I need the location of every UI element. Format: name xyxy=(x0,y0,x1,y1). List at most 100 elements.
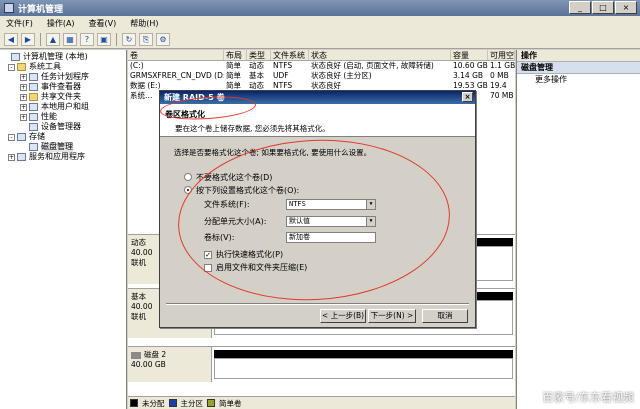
tree-item-performance[interactable]: + 性能 xyxy=(0,112,126,122)
column-header-capacity[interactable]: 容量 xyxy=(451,50,488,60)
partition-area[interactable] xyxy=(214,358,513,379)
cell-type: 动态 xyxy=(249,61,264,70)
volume-table-header: 卷 布局 类型 文件系统 状态 容量 可用空 xyxy=(128,50,515,61)
cell-free: 19.4 xyxy=(490,81,507,90)
column-header-layout[interactable]: 布局 xyxy=(224,50,247,60)
tree-item-event-viewer[interactable]: + 事件查看器 xyxy=(0,82,126,92)
disk-row[interactable]: 磁盘 2 40.00 GB xyxy=(128,346,515,382)
close-icon[interactable]: × xyxy=(615,1,637,14)
radio-no-format[interactable]: 不要格式化这个卷(D) xyxy=(184,171,272,183)
cell-layout: 简单 xyxy=(226,61,241,70)
menu-view[interactable]: 查看(V) xyxy=(89,18,117,29)
column-header-volume[interactable]: 卷 xyxy=(128,50,224,60)
chevron-down-icon[interactable]: ▼ xyxy=(366,199,375,209)
checkbox-unchecked[interactable] xyxy=(204,263,212,272)
checkbox-checked[interactable]: ✓ xyxy=(204,250,212,259)
export-icon[interactable]: ⎘ xyxy=(139,33,153,46)
expand-icon[interactable]: + xyxy=(20,103,27,111)
expand-icon[interactable]: + xyxy=(20,113,27,121)
disk-size: 40.00 GB xyxy=(131,360,166,369)
legend-label: 主分区 xyxy=(180,398,204,408)
up-icon[interactable]: ▲ xyxy=(46,33,60,46)
cell-free: 0 MB xyxy=(490,71,509,80)
actions-pane: 操作 磁盘管理 更多操作 xyxy=(516,50,640,409)
expand-icon[interactable]: + xyxy=(8,153,15,161)
window-controls: _ □ × xyxy=(569,1,637,14)
expand-icon[interactable]: + xyxy=(20,73,27,81)
volume-label-label: 卷标(V): xyxy=(204,232,235,242)
collapse-icon[interactable]: - xyxy=(8,63,15,71)
menu-action[interactable]: 操作(A) xyxy=(47,18,75,29)
collapse-icon[interactable]: - xyxy=(8,133,15,141)
expand-icon[interactable]: + xyxy=(20,93,27,101)
tree-item-disk-management[interactable]: 磁盘管理 xyxy=(0,142,126,152)
event-icon xyxy=(29,83,38,91)
actions-section-disk-management[interactable]: 磁盘管理 xyxy=(517,62,640,74)
toolbar-separator xyxy=(40,33,41,46)
disk-name: 磁盘 2 xyxy=(144,350,167,359)
tree-item-computer-management[interactable]: 计算机管理 (本地) xyxy=(0,52,126,62)
allocation-select[interactable]: 默认值 ▼ xyxy=(286,215,376,227)
minimize-icon[interactable]: _ xyxy=(569,1,591,14)
forward-icon[interactable]: ▶ xyxy=(21,33,35,46)
column-header-free[interactable]: 可用空 xyxy=(488,50,515,60)
tree-item-system-tools[interactable]: - 系统工具 xyxy=(0,62,126,72)
table-row[interactable]: (C:) 简单 动态 NTFS 状态良好 (启动, 页面文件, 故障转储) 10… xyxy=(128,61,515,71)
tree-item-local-users[interactable]: + 本地用户和组 xyxy=(0,102,126,112)
menu-file[interactable]: 文件(F) xyxy=(6,18,33,29)
radio-button[interactable] xyxy=(184,173,192,181)
quick-format-checkbox[interactable]: ✓ 执行快速格式化(P) xyxy=(204,249,283,260)
watermark-text: 百家号/东东看视频 xyxy=(542,391,634,404)
clock-icon xyxy=(29,73,38,81)
legend-label: 简单卷 xyxy=(219,398,242,408)
storage-icon xyxy=(17,133,26,141)
tree-item-storage[interactable]: - 存储 xyxy=(0,132,126,142)
filesystem-select[interactable]: NTFS ▼ xyxy=(286,198,376,210)
settings-icon[interactable]: ⚙ xyxy=(156,33,170,46)
dialog-titlebar: 新建 RAID-5 卷 × xyxy=(160,91,475,104)
tree-item-shared-folders[interactable]: + 共享文件夹 xyxy=(0,92,126,102)
maximize-icon[interactable]: □ xyxy=(592,1,614,14)
legend-swatch-unallocated xyxy=(130,399,138,407)
console-icon[interactable]: ▣ xyxy=(97,33,111,46)
properties-icon[interactable]: ▦ xyxy=(63,33,77,46)
column-header-type[interactable]: 类型 xyxy=(247,50,271,60)
tree-item-task-scheduler[interactable]: + 任务计划程序 xyxy=(0,72,126,82)
dialog-close-icon[interactable]: × xyxy=(462,92,473,102)
disk-icon xyxy=(131,351,141,359)
disk-name: 动态 xyxy=(131,238,146,247)
cell-free: 1.1 GB xyxy=(490,61,515,70)
table-row[interactable]: GRMSXFRER_CN_DVD (D:) 简单 基本 UDF 状态良好 (主分… xyxy=(128,71,515,81)
partition-bar xyxy=(214,350,513,358)
volume-label-input[interactable]: 新加卷 xyxy=(286,231,376,243)
cell-free: 70 MB xyxy=(490,91,514,100)
refresh-icon[interactable]: ↻ xyxy=(122,33,136,46)
folder-icon xyxy=(29,93,38,101)
cancel-button[interactable]: 取消 xyxy=(422,309,468,323)
radio-button-selected[interactable] xyxy=(184,186,192,194)
disk-icon xyxy=(29,143,38,151)
new-raid5-volume-dialog: 新建 RAID-5 卷 × 卷区格式化 要在这个卷上储存数据, 您必须先将其格式… xyxy=(159,90,476,328)
cell-capacity: 10.60 GB xyxy=(453,61,488,70)
filesystem-label: 文件系统(F): xyxy=(204,199,250,209)
tree-item-services-apps[interactable]: + 服务和应用程序 xyxy=(0,152,126,162)
column-header-filesystem[interactable]: 文件系统 xyxy=(271,50,309,60)
back-icon[interactable]: ◀ xyxy=(4,33,18,46)
dialog-subheading: 要在这个卷上储存数据, 您必须先将其格式化。 xyxy=(175,124,330,133)
allocation-row: 分配单元大小(A): 默认值 ▼ xyxy=(204,215,376,227)
disk-label: 磁盘 2 40.00 GB xyxy=(128,347,212,382)
filesystem-row: 文件系统(F): NTFS ▼ xyxy=(204,198,376,210)
chevron-down-icon[interactable]: ▼ xyxy=(366,216,375,226)
tree-item-device-manager[interactable]: 设备管理器 xyxy=(0,122,126,132)
compression-checkbox[interactable]: 启用文件和文件夹压缩(E) xyxy=(204,262,307,273)
checkbox-label: 执行快速格式化(P) xyxy=(216,250,284,259)
column-header-status[interactable]: 状态 xyxy=(309,50,451,60)
radio-format[interactable]: 按下列设置格式化这个卷(O): xyxy=(184,184,299,196)
expand-icon[interactable]: + xyxy=(20,83,27,91)
menu-help[interactable]: 帮助(H) xyxy=(130,18,158,29)
more-actions-link[interactable]: 更多操作 xyxy=(517,74,640,86)
back-button[interactable]: < 上一步(B) xyxy=(320,309,366,323)
next-button[interactable]: 下一步(N) > xyxy=(368,309,416,323)
volume-label-row: 卷标(V): 新加卷 xyxy=(204,231,376,243)
help-icon[interactable]: ? xyxy=(80,33,94,46)
